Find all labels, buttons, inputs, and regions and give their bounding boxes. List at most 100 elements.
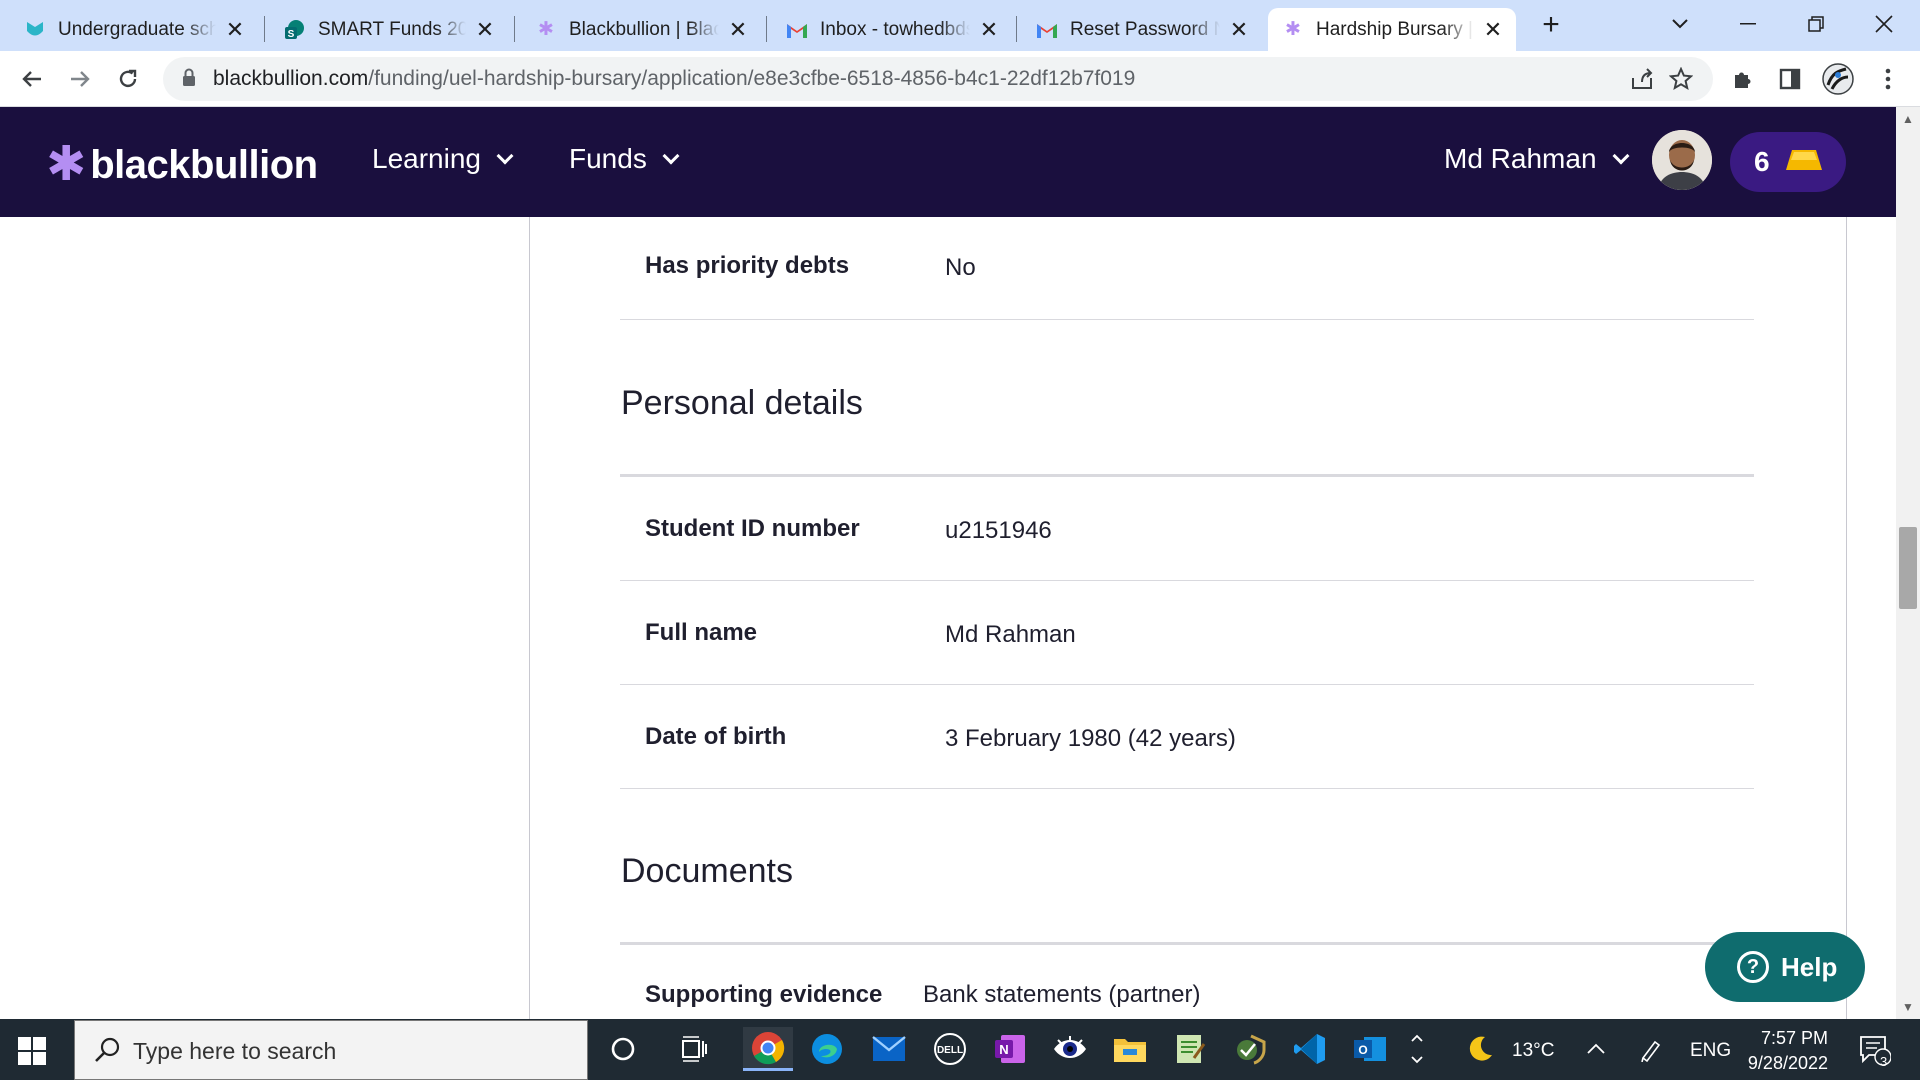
- row-label: Student ID number: [645, 515, 860, 542]
- tab-separator: [766, 16, 767, 42]
- tab-undergraduate-scholarships[interactable]: Undergraduate scholarships ✕: [10, 8, 258, 51]
- nav-funds[interactable]: Funds: [569, 143, 680, 175]
- bookmark-star-icon[interactable]: [1667, 65, 1695, 93]
- forward-button[interactable]: [62, 61, 98, 97]
- clock-time: 7:57 PM: [1760, 1028, 1828, 1048]
- address-bar[interactable]: blackbullion.com/funding/uel-hardship-bu…: [163, 57, 1713, 101]
- detail-row-supporting-evidence: Supporting evidence Bank statements (par…: [620, 945, 1754, 1019]
- tab-title: Blackbullion | Blackbullion: [569, 18, 719, 40]
- tab-title: Undergraduate scholarships: [58, 18, 216, 40]
- file-explorer-icon[interactable]: [1108, 1027, 1152, 1071]
- close-tab-icon[interactable]: ✕: [978, 17, 1000, 42]
- close-tab-icon[interactable]: ✕: [727, 17, 749, 42]
- gmail-icon: [1036, 19, 1058, 41]
- browser-toolbar: blackbullion.com/funding/uel-hardship-bu…: [0, 51, 1920, 107]
- chevron-down-icon: [1612, 147, 1630, 165]
- restore-button[interactable]: [1796, 6, 1836, 42]
- chevron-up-icon[interactable]: [1578, 1027, 1614, 1071]
- question-icon: ?: [1737, 951, 1769, 983]
- row-value: Bank statements (partner): [923, 981, 1201, 1008]
- help-button[interactable]: ? Help: [1705, 932, 1865, 1002]
- tab-smart-funds[interactable]: S SMART Funds 2022 Application ✕: [270, 8, 508, 51]
- application-details: Has priority debts No Personal details S…: [0, 217, 1896, 1019]
- task-view-icon[interactable]: [672, 1027, 716, 1071]
- back-button[interactable]: [14, 61, 50, 97]
- blackbullion-icon: ✱: [538, 19, 554, 40]
- mail-icon[interactable]: [867, 1027, 911, 1071]
- clock-date: 9/28/2022: [1747, 1053, 1828, 1073]
- extensions-icon[interactable]: [1725, 61, 1761, 97]
- credits-badge[interactable]: 6: [1730, 132, 1846, 192]
- blackbullion-icon: ✱: [1285, 19, 1301, 40]
- close-tab-icon[interactable]: ✕: [474, 17, 496, 42]
- dell-icon[interactable]: DELL: [928, 1027, 972, 1071]
- profile-icon[interactable]: [1820, 61, 1856, 97]
- cortana-icon[interactable]: [601, 1027, 645, 1071]
- onenote-icon[interactable]: N: [988, 1027, 1032, 1071]
- windows-start-icon[interactable]: [18, 1037, 46, 1065]
- row-label: Has priority debts: [645, 252, 850, 279]
- tab-title: Hardship Bursary | Blackbullion: [1316, 18, 1474, 40]
- asterisk-logo-icon: ✱: [46, 138, 87, 191]
- svg-text:S: S: [288, 29, 295, 40]
- tab-title: Reset Password Notification: [1070, 18, 1220, 40]
- taskbar-search-box[interactable]: Type here to search: [74, 1020, 588, 1080]
- tab-search-icon[interactable]: [1660, 6, 1700, 42]
- tab-gmail-inbox[interactable]: Inbox - towhedbdsust ✕: [772, 8, 1012, 51]
- tab-hardship-bursary[interactable]: ✱ Hardship Bursary | Blackbullion ✕: [1268, 8, 1516, 51]
- gmail-icon: [786, 19, 808, 41]
- weather-moon-icon[interactable]: [1460, 1027, 1500, 1071]
- tab-separator: [514, 16, 515, 42]
- user-menu[interactable]: Md Rahman: [1444, 143, 1630, 175]
- edge-icon[interactable]: [805, 1027, 849, 1071]
- notepad-app-icon[interactable]: [1168, 1027, 1212, 1071]
- pen-icon[interactable]: [1632, 1027, 1672, 1071]
- new-tab-button[interactable]: +: [1536, 8, 1566, 41]
- section-title-personal-details: Personal details: [621, 384, 863, 422]
- help-label: Help: [1781, 951, 1838, 982]
- language-indicator[interactable]: ENG: [1690, 1040, 1731, 1062]
- svg-text:N: N: [999, 1042, 1008, 1057]
- tab-reset-password[interactable]: Reset Password Notification ✕: [1022, 8, 1262, 51]
- eye-app-icon[interactable]: [1048, 1027, 1092, 1071]
- close-window-button[interactable]: [1864, 6, 1904, 42]
- scrollbar-thumb[interactable]: [1899, 527, 1917, 609]
- row-label: Date of birth: [645, 723, 787, 750]
- close-tab-icon[interactable]: ✕: [224, 17, 246, 42]
- svg-text:O: O: [1358, 1043, 1367, 1057]
- reload-button[interactable]: [110, 61, 146, 97]
- tab-blackbullion[interactable]: ✱ Blackbullion | Blackbullion ✕: [521, 8, 761, 51]
- vpn-shield-icon[interactable]: [1228, 1027, 1272, 1071]
- clock[interactable]: 7:57 PM 9/28/2022: [1738, 1019, 1834, 1080]
- row-value: u2151946: [945, 517, 1052, 544]
- close-tab-icon[interactable]: ✕: [1228, 17, 1250, 42]
- show-hidden-icons-icon[interactable]: [1402, 1027, 1432, 1071]
- scroll-down-arrow-icon[interactable]: ▼: [1899, 998, 1917, 1016]
- outlook-icon[interactable]: O: [1348, 1027, 1392, 1071]
- url-text: blackbullion.com/funding/uel-hardship-bu…: [213, 67, 1136, 90]
- detail-row-priority-debts: Has priority debts No: [620, 217, 1754, 320]
- share-icon[interactable]: [1628, 65, 1656, 93]
- chrome-icon[interactable]: [743, 1027, 793, 1071]
- row-value: 3 February 1980 (42 years): [945, 725, 1236, 752]
- lock-icon[interactable]: [181, 67, 205, 91]
- nav-learning[interactable]: Learning: [372, 143, 514, 175]
- site-header: ✱ blackbullion Learning Funds Md Rahman …: [0, 107, 1896, 217]
- avatar[interactable]: [1652, 130, 1712, 190]
- svg-text:DELL: DELL: [937, 1045, 963, 1056]
- vscode-icon[interactable]: [1288, 1027, 1332, 1071]
- row-value: Md Rahman: [945, 621, 1076, 648]
- weather-temperature[interactable]: 13°C: [1512, 1040, 1554, 1062]
- row-label: Supporting evidence: [645, 981, 883, 1008]
- blackbullion-logo[interactable]: ✱ blackbullion: [46, 141, 318, 189]
- gold-bar-icon: [1784, 148, 1824, 177]
- notification-center-icon[interactable]: 3: [1852, 1027, 1896, 1071]
- side-panel-icon[interactable]: [1772, 61, 1808, 97]
- scroll-up-arrow-icon[interactable]: ▲: [1899, 110, 1917, 128]
- minimize-button[interactable]: [1728, 6, 1768, 42]
- university-icon: [24, 19, 46, 41]
- section-title-documents: Documents: [621, 852, 793, 890]
- close-tab-icon[interactable]: ✕: [1482, 17, 1504, 42]
- chrome-menu-icon[interactable]: [1870, 61, 1906, 97]
- chevron-down-icon: [662, 147, 680, 165]
